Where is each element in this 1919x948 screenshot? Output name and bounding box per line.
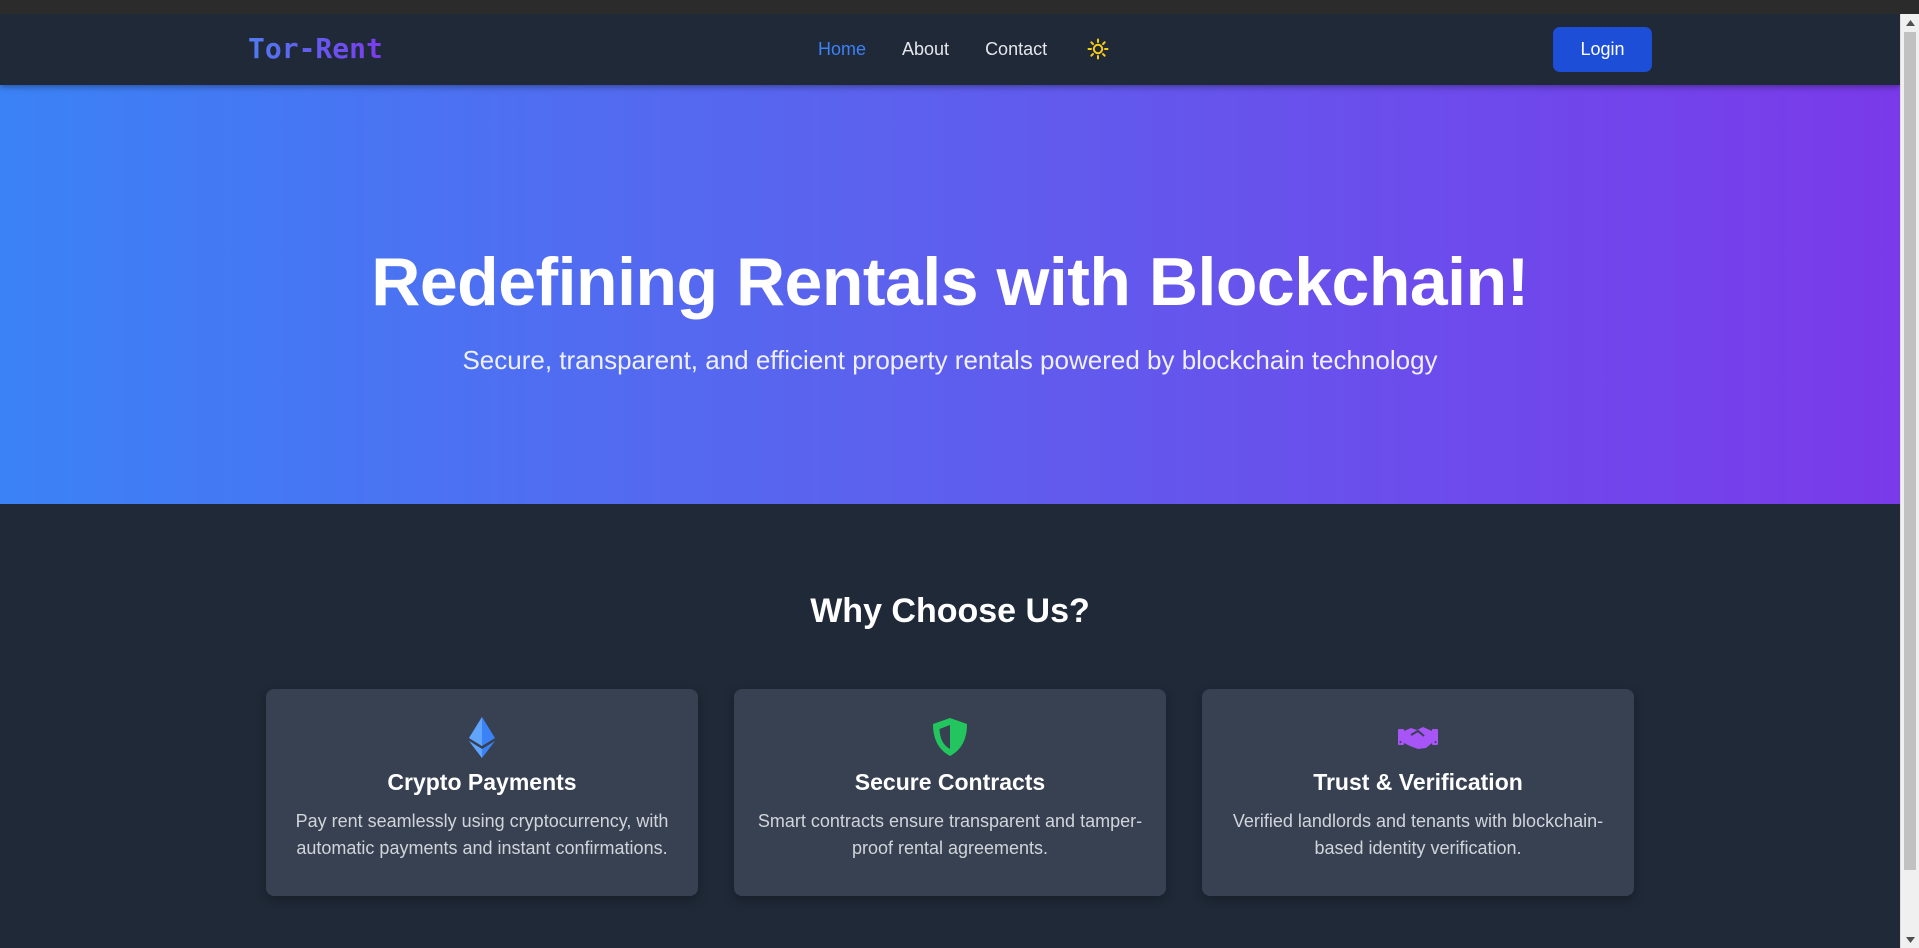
feature-title: Crypto Payments: [387, 769, 577, 795]
navbar: Tor-Rent Home About Contact Login: [0, 14, 1900, 85]
hero-section: Redefining Rentals with Blockchain! Secu…: [0, 85, 1900, 504]
scrollbar-thumb[interactable]: [1904, 32, 1916, 870]
login-button[interactable]: Login: [1553, 27, 1652, 72]
feature-title: Trust & Verification: [1313, 769, 1523, 795]
scroll-up-arrow-icon[interactable]: [1901, 14, 1919, 31]
logo[interactable]: Tor-Rent: [248, 32, 383, 65]
feature-description: Verified landlords and tenants with bloc…: [1232, 811, 1604, 858]
nav-link-about[interactable]: About: [902, 39, 949, 60]
nav-link-home[interactable]: Home: [818, 39, 866, 60]
hero-title: Redefining Rentals with Blockchain!: [371, 244, 1529, 320]
features-grid: Crypto Payments Pay rent seamlessly usin…: [266, 689, 1634, 896]
hero-subtitle: Secure, transparent, and efficient prope…: [462, 345, 1438, 375]
feature-title: Secure Contracts: [854, 769, 1046, 795]
sun-icon[interactable]: [1087, 38, 1109, 60]
scroll-down-arrow-icon[interactable]: [1901, 931, 1919, 948]
feature-description: Smart contracts ensure transparent and t…: [757, 811, 1143, 858]
nav-links: Home About Contact: [818, 38, 1109, 60]
browser-chrome-bar: [0, 0, 1919, 14]
shield-icon: [928, 715, 972, 759]
why-choose-title: Why Choose Us?: [810, 592, 1090, 630]
feature-card-contracts: Secure Contracts Smart contracts ensure …: [734, 689, 1166, 896]
ethereum-icon: [460, 715, 504, 759]
nav-link-contact[interactable]: Contact: [985, 39, 1047, 60]
feature-description: Pay rent seamlessly using cryptocurrency…: [295, 811, 669, 858]
vertical-scrollbar[interactable]: [1900, 14, 1919, 948]
handshake-icon: [1396, 715, 1440, 759]
feature-card-trust: Trust & Verification Verified landlords …: [1202, 689, 1634, 896]
page-viewport: Tor-Rent Home About Contact Login Redefi…: [0, 14, 1900, 948]
feature-card-crypto: Crypto Payments Pay rent seamlessly usin…: [266, 689, 698, 896]
